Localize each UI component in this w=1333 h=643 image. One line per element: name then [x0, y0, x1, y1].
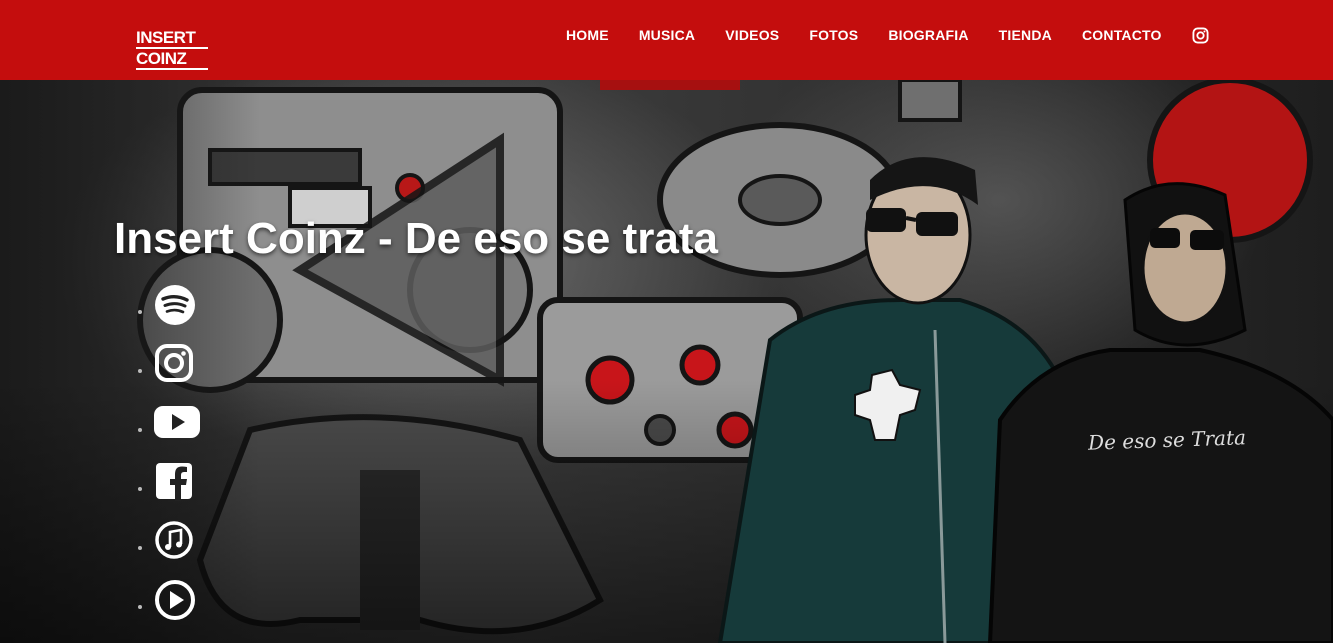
list-bullet — [138, 310, 142, 314]
hero-title: Insert Coinz - De eso se trata — [114, 214, 718, 263]
site-logo[interactable]: INSERT COINZ — [136, 28, 208, 72]
nav-contacto[interactable]: CONTACTO — [1067, 27, 1177, 43]
nav-home[interactable]: HOME — [551, 27, 624, 43]
instagram-icon[interactable] — [154, 343, 200, 389]
instagram-icon[interactable] — [1192, 26, 1209, 44]
list-bullet — [138, 428, 142, 432]
list-bullet — [138, 546, 142, 550]
list-bullet — [138, 605, 142, 609]
nav-biografia[interactable]: BIOGRAFIA — [873, 27, 983, 43]
nav-videos[interactable]: VIDEOS — [710, 27, 794, 43]
social-item-play — [138, 575, 208, 634]
social-item-facebook — [138, 457, 208, 516]
play-icon[interactable] — [154, 579, 200, 625]
youtube-icon[interactable] — [154, 402, 200, 448]
logo-line-1: INSERT — [136, 28, 208, 49]
top-navbar: INSERT COINZ HOME MUSICA VIDEOS FOTOS BI… — [0, 0, 1333, 80]
itunes-icon[interactable] — [154, 520, 200, 566]
list-bullet — [138, 369, 142, 373]
nav-musica[interactable]: MUSICA — [624, 27, 710, 43]
list-bullet — [138, 487, 142, 491]
nav-fotos[interactable]: FOTOS — [794, 27, 873, 43]
main-nav: HOME MUSICA VIDEOS FOTOS BIOGRAFIA TIEND… — [551, 0, 1209, 70]
logo-line-2: COINZ — [136, 49, 208, 70]
social-item-spotify — [138, 280, 208, 339]
social-links-list — [138, 280, 208, 634]
social-item-instagram — [138, 339, 208, 398]
facebook-icon[interactable] — [154, 461, 200, 507]
nav-tienda[interactable]: TIENDA — [984, 27, 1067, 43]
social-item-youtube — [138, 398, 208, 457]
spotify-icon[interactable] — [154, 284, 200, 330]
social-item-itunes — [138, 516, 208, 575]
